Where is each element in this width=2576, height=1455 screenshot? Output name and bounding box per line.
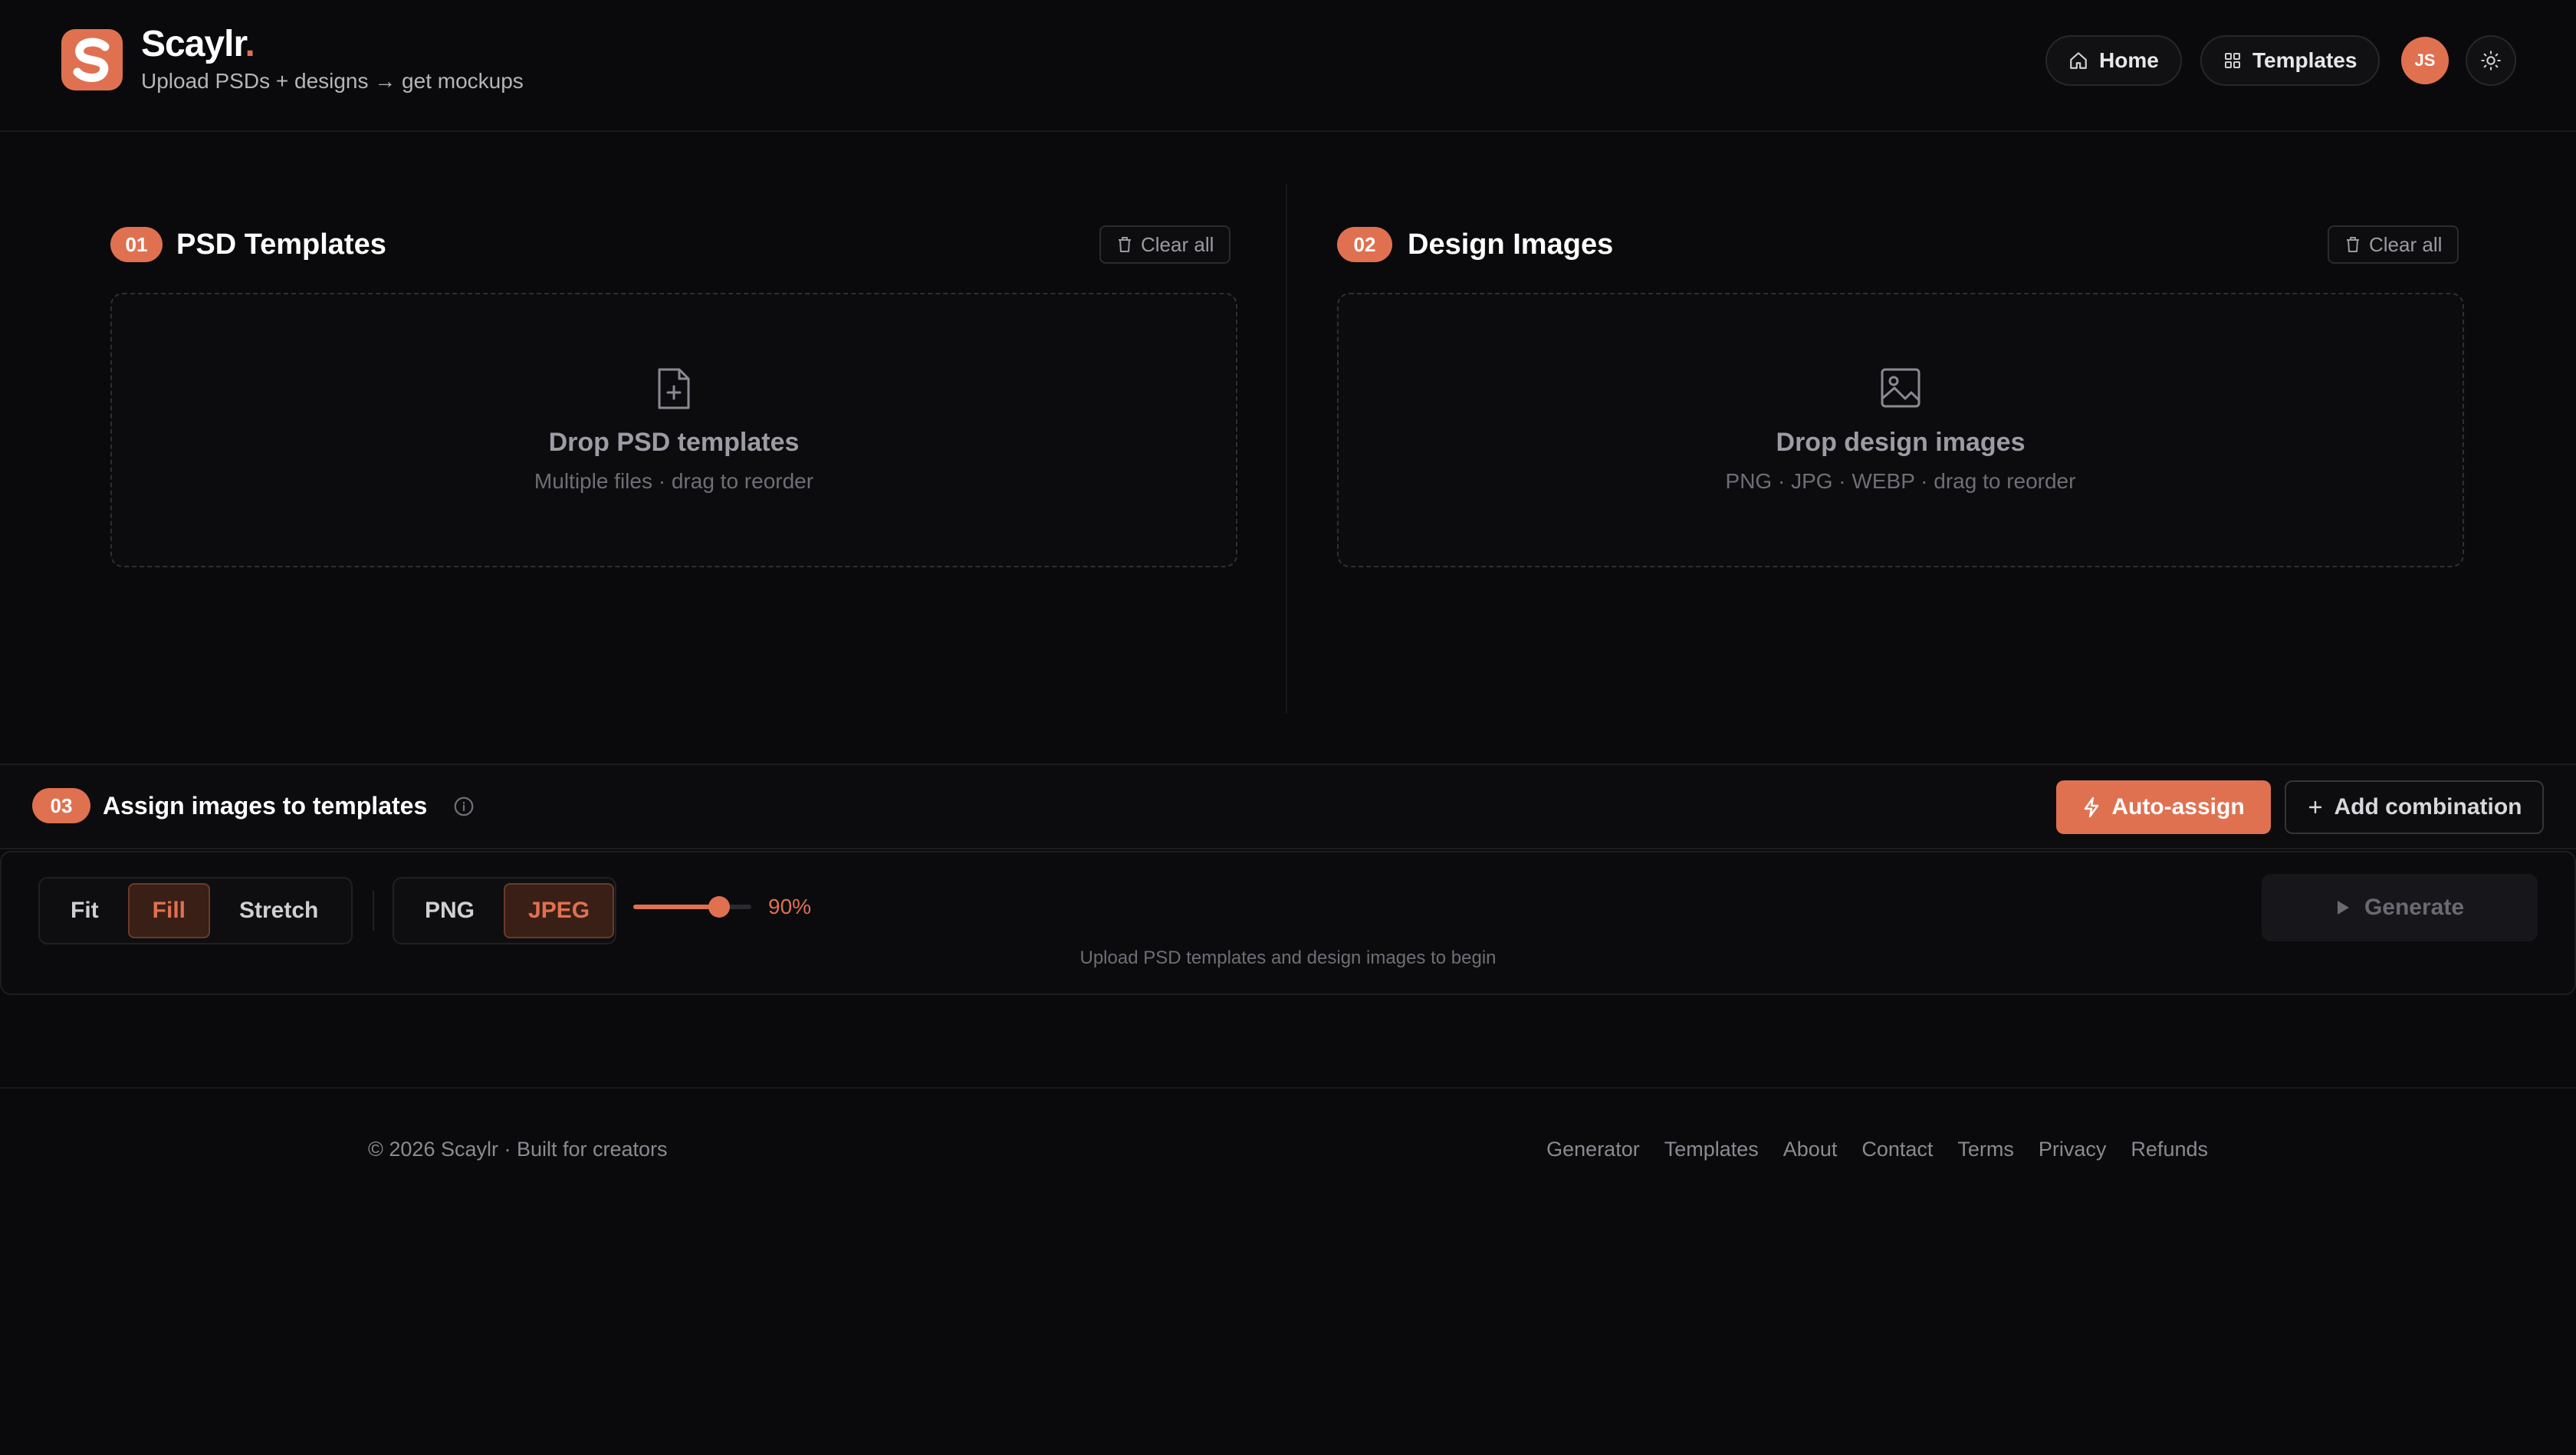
step-badge-01: 01 [110,227,163,262]
home-icon [2068,51,2088,71]
design-section-title: Design Images [1408,228,1614,261]
fit-mode-selector: Fit Fill Stretch [38,877,353,944]
file-plus-icon [655,366,693,411]
options-divider [373,891,374,931]
quality-slider-thumb[interactable] [708,896,730,918]
footer-links: Generator Templates About Contact Terms … [1546,1136,2208,1162]
auto-assign-label: Auto-assign [2111,794,2245,819]
assign-title: Assign images to templates [103,792,428,819]
lightning-icon [2082,796,2101,818]
add-combination-label: Add combination [2334,794,2522,819]
fit-mode-stretch[interactable]: Stretch [215,883,343,938]
trash-icon [2344,235,2361,254]
output-options-panel [0,851,2576,995]
quality-slider-fill [633,905,719,909]
nav-templates-label: Templates [2252,48,2358,72]
section-divider [1286,184,1287,713]
user-avatar[interactable]: JS [2401,37,2449,84]
image-icon [1879,366,1922,409]
footer-divider [0,1087,2576,1089]
quality-value: 90% [768,895,812,918]
generate-label: Generate [2364,895,2465,920]
design-dropzone[interactable]: Drop design images PNG · JPG · WEBP · dr… [1337,293,2464,567]
sun-icon [2480,50,2502,71]
psd-drop-subtitle: Multiple files · drag to reorder [534,469,814,493]
design-clear-all-button[interactable]: Clear all [2328,225,2459,264]
footer-copyright: © 2026 Scaylr · Built for creators [368,1138,668,1161]
nav-home-button[interactable]: Home [2045,35,2182,86]
design-drop-title: Drop design images [1776,428,2026,457]
step-badge-03: 03 [32,788,90,823]
psd-dropzone[interactable]: Drop PSD templates Multiple files · drag… [110,293,1237,567]
psd-section-title: PSD Templates [176,228,386,261]
footer-link-templates[interactable]: Templates [1664,1136,1759,1162]
footer-link-contact[interactable]: Contact [1861,1136,1933,1162]
auto-assign-button[interactable]: Auto-assign [2056,780,2271,834]
trash-icon [1116,235,1133,254]
generate-button[interactable]: Generate [2262,874,2538,941]
format-jpeg[interactable]: JPEG [504,883,615,938]
add-combination-button[interactable]: Add combination [2285,780,2544,834]
nav-home-label: Home [2099,48,2159,72]
info-icon[interactable] [452,795,475,818]
play-icon [2335,899,2351,916]
footer-link-generator[interactable]: Generator [1546,1136,1640,1162]
brand-name[interactable]: Scaylr. [141,23,255,66]
step-badge-02: 02 [1337,227,1392,262]
footer-link-refunds[interactable]: Refunds [2131,1136,2208,1162]
format-png[interactable]: PNG [400,883,499,938]
design-drop-subtitle: PNG · JPG · WEBP · drag to reorder [1725,469,2076,493]
psd-clear-all-button[interactable]: Clear all [1099,225,1231,264]
nav-templates-button[interactable]: Templates [2200,35,2380,86]
footer-link-about[interactable]: About [1783,1136,1838,1162]
format-selector: PNG JPEG [393,877,616,944]
psd-clear-all-label: Clear all [1141,232,1214,256]
app-header: Scaylr. Upload PSDs + designs → get mock… [0,0,2576,132]
fit-mode-fill[interactable]: Fill [127,883,210,938]
plus-icon [2307,799,2324,816]
psd-drop-title: Drop PSD templates [548,428,800,457]
tagline: Upload PSDs + designs → get mockups [141,69,524,93]
fit-mode-fit[interactable]: Fit [46,883,123,938]
footer-link-terms[interactable]: Terms [1957,1136,2014,1162]
grid-icon [2223,51,2242,70]
quality-slider[interactable] [633,896,751,918]
theme-toggle-button[interactable] [2466,35,2516,86]
footer-link-privacy[interactable]: Privacy [2039,1136,2107,1162]
design-clear-all-label: Clear all [2369,232,2443,256]
options-hint: Upload PSD templates and design images t… [1079,948,1497,968]
logo-icon[interactable] [61,29,123,90]
